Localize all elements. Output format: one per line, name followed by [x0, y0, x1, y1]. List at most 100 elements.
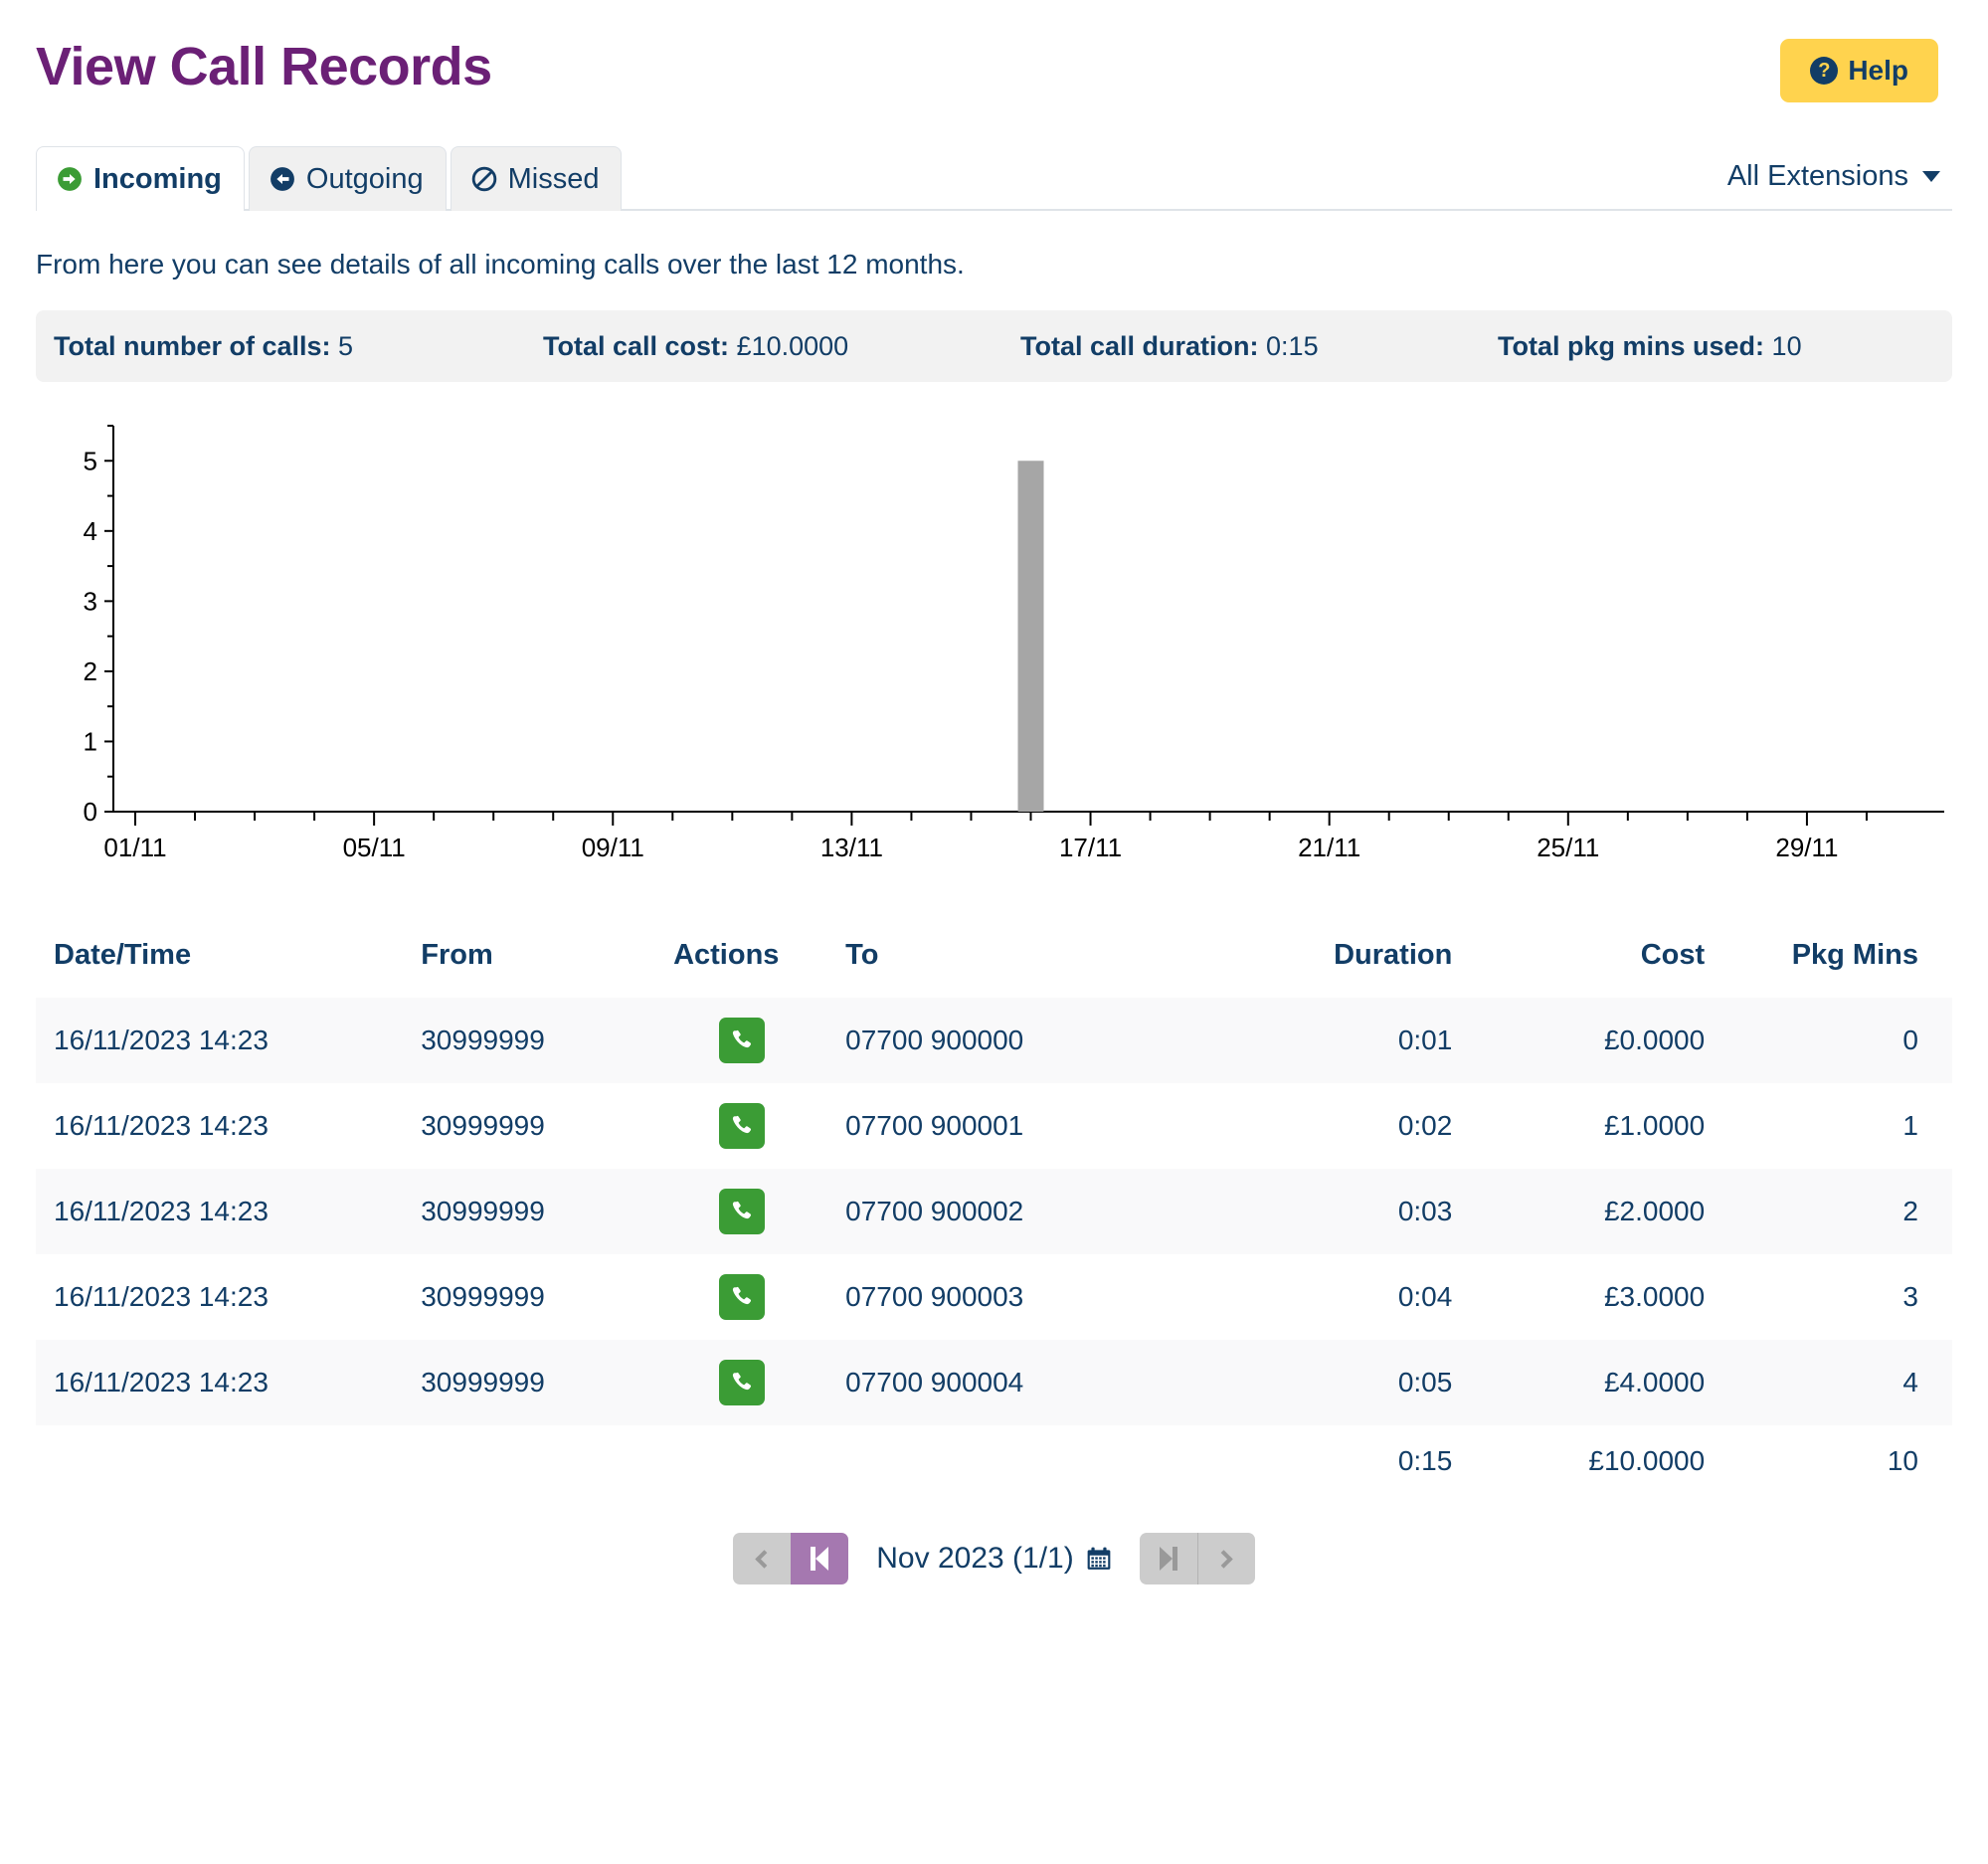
cell-actions: [655, 1254, 827, 1340]
tab-outgoing-label: Outgoing: [305, 163, 424, 195]
cell-datetime: 16/11/2023 14:23: [54, 1110, 269, 1142]
summary-total-calls: Total number of calls: 5: [36, 331, 525, 362]
pagination-period-label: Nov 2023 (1/1): [876, 1542, 1074, 1576]
column-header-to[interactable]: To: [827, 925, 1206, 998]
cell-from: 30999999: [421, 1196, 545, 1227]
svg-text:29/11: 29/11: [1775, 833, 1838, 862]
tab-missed-label: Missed: [507, 163, 600, 195]
cell-actions: [655, 1169, 827, 1254]
table-header-row: Date/Time From Actions To Duration Cost …: [36, 925, 1952, 998]
previous-page-button[interactable]: [733, 1533, 792, 1585]
column-header-duration[interactable]: Duration: [1206, 925, 1470, 998]
call-records-table: Date/Time From Actions To Duration Cost …: [36, 925, 1952, 1498]
pagination: Nov 2023 (1/1): [733, 1533, 1255, 1585]
cell-datetime: 16/11/2023 14:23: [54, 1025, 269, 1056]
next-page-button[interactable]: [1196, 1533, 1255, 1585]
svg-text:09/11: 09/11: [582, 833, 644, 862]
summary-bar: Total number of calls: 5 Total call cost…: [36, 310, 1952, 383]
arrow-circle-right-icon: [57, 166, 83, 192]
extensions-filter-dropdown[interactable]: All Extensions: [1727, 160, 1940, 209]
totals-cost: £10.0000: [1588, 1445, 1706, 1477]
cell-from: 30999999: [421, 1110, 545, 1142]
svg-text:21/11: 21/11: [1298, 833, 1360, 862]
tab-outgoing[interactable]: Outgoing: [248, 146, 447, 212]
column-header-from[interactable]: From: [403, 925, 655, 998]
call-back-button[interactable]: [718, 1274, 765, 1321]
cell-pkg-mins: 3: [1902, 1281, 1918, 1313]
cell-cost: £0.0000: [1603, 1025, 1706, 1056]
pagination-right-group: [1139, 1533, 1255, 1585]
cell-cost: £4.0000: [1603, 1367, 1706, 1398]
cell-to: 07700 900000: [845, 1025, 1024, 1056]
phone-icon: [730, 1113, 754, 1140]
phone-icon: [730, 1370, 754, 1397]
cell-cost: £2.0000: [1603, 1196, 1706, 1227]
cell-datetime: 16/11/2023 14:23: [54, 1196, 269, 1227]
svg-text:4: 4: [84, 516, 97, 546]
call-back-button[interactable]: [718, 1189, 765, 1235]
pagination-left-group: [733, 1533, 849, 1585]
phone-icon: [730, 1284, 754, 1311]
first-page-button[interactable]: [791, 1533, 849, 1585]
svg-text:05/11: 05/11: [343, 833, 406, 862]
cell-to: 07700 900003: [845, 1281, 1024, 1313]
cell-pkg-mins: 0: [1902, 1025, 1918, 1056]
totals-spacer-4: [827, 1425, 1206, 1497]
totals-spacer-3: [655, 1425, 827, 1497]
column-header-actions: Actions: [673, 939, 780, 972]
cell-actions: [655, 998, 827, 1083]
last-page-button[interactable]: [1139, 1533, 1197, 1585]
totals-duration: 0:15: [1397, 1445, 1453, 1477]
summary-total-pkg-mins-label: Total pkg mins used:: [1498, 330, 1765, 361]
summary-total-cost: Total call cost: £10.0000: [525, 331, 1002, 362]
call-records-table-body: 16/11/2023 14:23 30999999 07700 900000 0:01…: [36, 998, 1952, 1498]
calendar-icon[interactable]: [1086, 1546, 1112, 1572]
cell-to: 07700 900002: [845, 1196, 1024, 1227]
cell-actions: [655, 1083, 827, 1169]
chevron-right-icon: [1214, 1550, 1233, 1569]
column-header-cost[interactable]: Cost: [1470, 925, 1722, 998]
help-button[interactable]: ? Help: [1780, 39, 1938, 102]
cell-from: 30999999: [421, 1281, 545, 1313]
summary-total-duration: Total call duration: 0:15: [1002, 331, 1480, 362]
cell-from: 30999999: [421, 1367, 545, 1398]
summary-total-duration-value: 0:15: [1266, 330, 1319, 361]
table-totals-row: 0:15 £10.0000 10: [36, 1425, 1952, 1498]
tab-missed[interactable]: Missed: [450, 146, 623, 212]
summary-total-cost-value: £10.0000: [736, 330, 849, 361]
column-header-datetime[interactable]: Date/Time: [36, 925, 403, 998]
call-back-button[interactable]: [718, 1360, 765, 1406]
summary-total-cost-label: Total call cost:: [543, 330, 730, 361]
step-forward-triangle-icon: [1159, 1547, 1173, 1572]
call-back-button[interactable]: [718, 1018, 765, 1064]
call-type-tabs: Incoming Outgoing Missed: [36, 144, 623, 212]
tab-incoming[interactable]: Incoming: [36, 146, 245, 212]
ban-circle-icon: [471, 166, 497, 192]
totals-spacer-2: [403, 1425, 655, 1497]
extensions-filter-label: All Extensions: [1726, 160, 1908, 193]
summary-total-pkg-mins: Total pkg mins used: 10: [1480, 331, 1952, 362]
table-row: 16/11/2023 14:23 30999999 07700 900002 0:03…: [36, 1169, 1952, 1255]
summary-total-calls-value: 5: [338, 330, 354, 361]
svg-text:0: 0: [84, 797, 97, 827]
svg-text:1: 1: [84, 727, 97, 757]
chevron-left-icon: [755, 1550, 774, 1569]
cell-pkg-mins: 4: [1902, 1367, 1918, 1398]
arrow-circle-left-icon: [270, 166, 295, 192]
help-button-label: Help: [1848, 55, 1908, 86]
call-back-button[interactable]: [718, 1103, 765, 1150]
calls-per-day-chart: 0 1 2 3 4 5 01/11 05/11 09/11 13/11 17/11 21/11 25/1…: [36, 412, 1952, 899]
svg-text:2: 2: [84, 656, 97, 686]
table-row: 16/11/2023 14:23 30999999 07700 900000 0:01…: [36, 998, 1952, 1084]
cell-from: 30999999: [421, 1025, 545, 1056]
cell-actions: [655, 1340, 827, 1425]
calls-per-day-chart-svg: 0 1 2 3 4 5 01/11 05/11 09/11 13/11 17/11 21/11 25/1…: [84, 425, 1944, 862]
phone-icon: [730, 1027, 754, 1054]
intro-text: From here you can see details of all inc…: [36, 249, 965, 280]
column-header-pkg-mins[interactable]: Pkg Mins: [1722, 925, 1952, 998]
svg-text:17/11: 17/11: [1059, 833, 1122, 862]
cell-cost: £1.0000: [1603, 1110, 1706, 1142]
svg-text:3: 3: [84, 587, 97, 617]
step-forward-icon: [1172, 1547, 1177, 1572]
cell-duration: 0:04: [1397, 1281, 1453, 1313]
